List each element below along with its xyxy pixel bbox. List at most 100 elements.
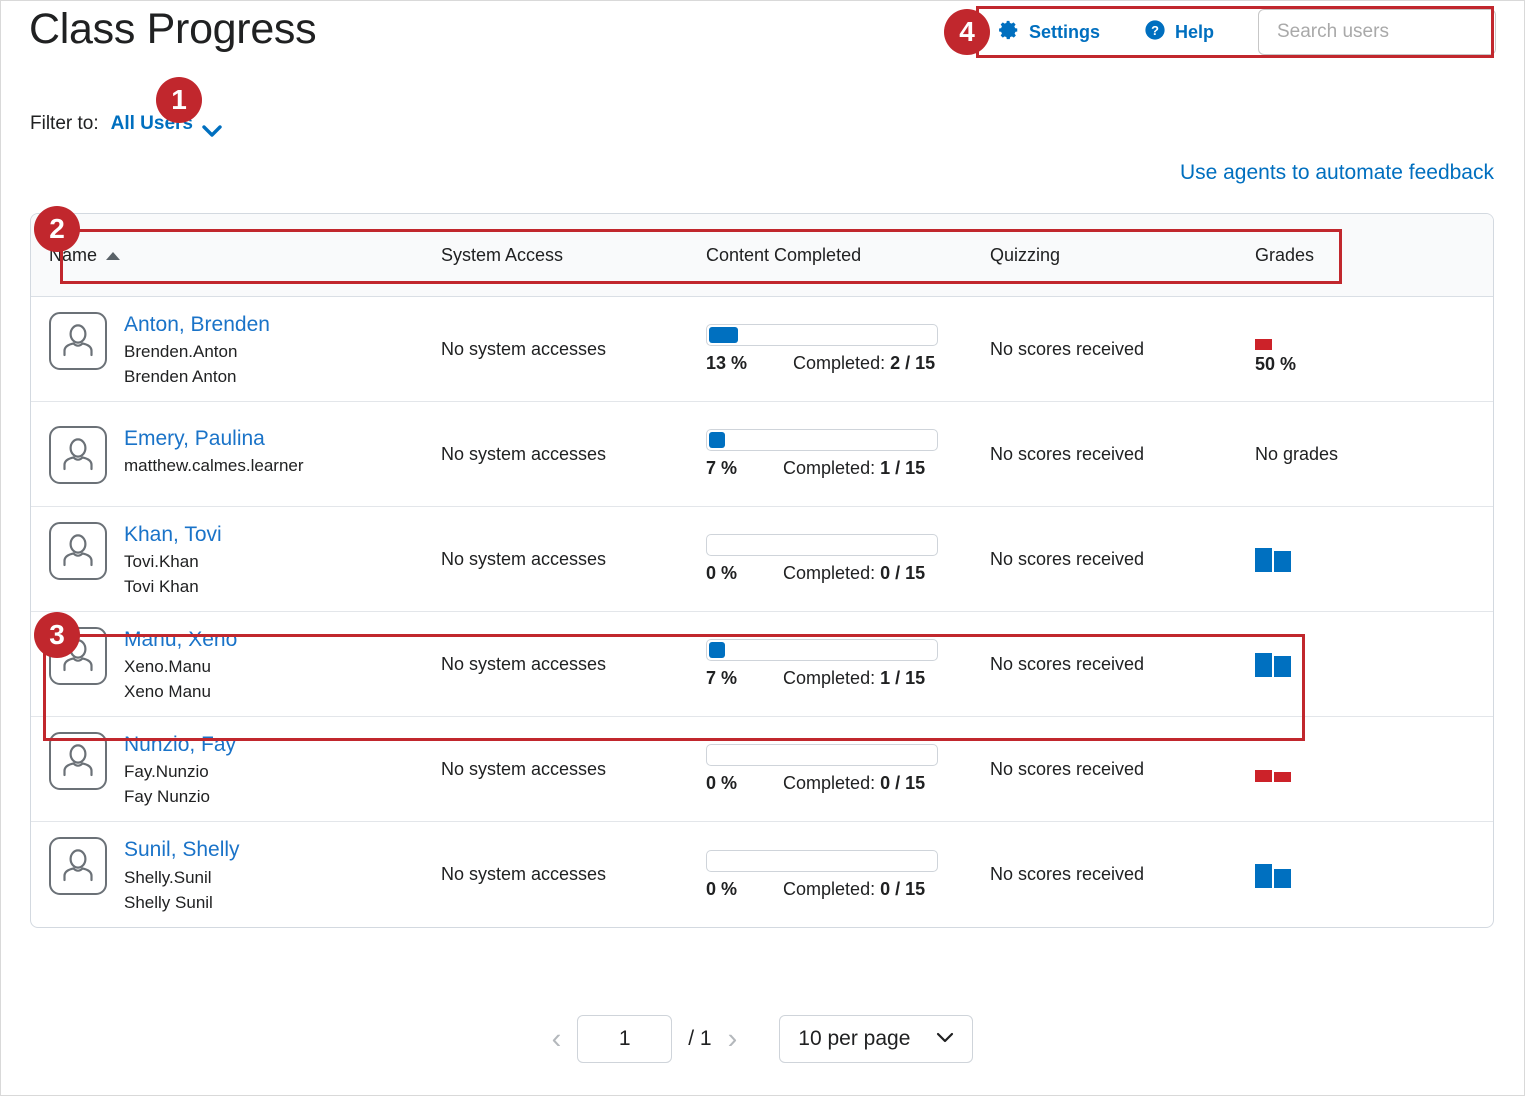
table-row[interactable]: Anton, Brenden Brenden.Anton Brenden Ant… <box>31 297 1493 402</box>
grades-cell <box>1255 756 1455 782</box>
quizzing-cell: No scores received <box>990 444 1255 465</box>
user-avatar-icon <box>49 312 107 370</box>
quizzing-cell: No scores received <box>990 654 1255 675</box>
grades-cell <box>1255 651 1455 677</box>
help-button[interactable]: ? Help <box>1122 19 1236 46</box>
system-access-cell: No system accesses <box>441 339 706 360</box>
column-header-name[interactable]: Name <box>49 245 441 266</box>
user-username: Tovi.Khan <box>124 551 222 573</box>
user-name-link[interactable]: Khan, Tovi <box>124 522 222 548</box>
user-fullname: Xeno Manu <box>124 681 237 703</box>
grade-bar <box>1255 770 1272 782</box>
grade-bar <box>1255 339 1272 350</box>
user-username: matthew.calmes.learner <box>124 455 304 477</box>
user-name-link[interactable]: Sunil, Shelly <box>124 837 240 863</box>
content-progress-bar <box>706 850 938 872</box>
use-agents-link[interactable]: Use agents to automate feedback <box>1180 161 1494 185</box>
user-avatar-icon <box>49 837 107 895</box>
quizzing-cell: No scores received <box>990 864 1255 885</box>
callout-badge-4: 4 <box>944 9 990 55</box>
content-completed-count: Completed: 0 / 15 <box>783 879 925 900</box>
user-name-cell: Khan, Tovi Tovi.Khan Tovi Khan <box>49 520 441 598</box>
search-input[interactable] <box>1275 20 1524 44</box>
user-fullname: Tovi Khan <box>124 576 222 598</box>
grades-cell <box>1255 546 1455 572</box>
chevron-right-icon[interactable]: › <box>728 1025 738 1054</box>
per-page-dropdown[interactable]: 10 per page <box>779 1015 973 1063</box>
content-progress-bar <box>706 324 938 346</box>
content-completed-count: Completed: 1 / 15 <box>783 458 925 479</box>
user-username: Xeno.Manu <box>124 656 237 678</box>
content-completed-cell: 13 % Completed: 2 / 15 <box>706 324 990 374</box>
table-header-row: Name System Access Content Completed Qui… <box>31 214 1493 297</box>
grades-mini-chart <box>1255 756 1455 782</box>
content-progress-fill <box>709 327 738 343</box>
search-users-box[interactable] <box>1258 9 1496 55</box>
table-row[interactable]: Nunzio, Fay Fay.Nunzio Fay Nunzio No sys… <box>31 717 1493 822</box>
callout-badge-1: 1 <box>156 77 202 123</box>
content-completed-cell: 7 % Completed: 1 / 15 <box>706 429 990 479</box>
content-percent: 7 % <box>706 458 737 479</box>
grades-cell: No grades <box>1255 444 1455 465</box>
page-title: Class Progress <box>29 5 316 54</box>
content-percent: 7 % <box>706 668 737 689</box>
grades-cell: 50 % <box>1255 324 1455 375</box>
user-name-cell: Emery, Paulina matthew.calmes.learner <box>49 424 441 484</box>
content-completed-count: Completed: 2 / 15 <box>793 353 935 374</box>
content-progress-bar <box>706 534 938 556</box>
grades-cell <box>1255 862 1455 888</box>
content-progress-bar <box>706 429 938 451</box>
grades-mini-chart <box>1255 862 1455 888</box>
callout-badge-2: 2 <box>34 206 80 252</box>
question-circle-icon: ? <box>1144 19 1166 46</box>
content-completed-count: Completed: 1 / 15 <box>783 668 925 689</box>
filter-label: Filter to: <box>30 113 99 135</box>
chevron-left-icon[interactable]: ‹ <box>552 1025 562 1054</box>
system-access-cell: No system accesses <box>441 654 706 675</box>
content-completed-count: Completed: 0 / 15 <box>783 773 925 794</box>
user-name-cell: Sunil, Shelly Shelly.Sunil Shelly Sunil <box>49 835 441 913</box>
user-avatar-icon <box>49 522 107 580</box>
content-percent: 0 % <box>706 879 737 900</box>
content-completed-cell: 0 % Completed: 0 / 15 <box>706 850 990 900</box>
content-completed-cell: 7 % Completed: 1 / 15 <box>706 639 990 689</box>
user-fullname: Shelly Sunil <box>124 892 240 914</box>
content-progress-bar <box>706 744 938 766</box>
user-name-link[interactable]: Anton, Brenden <box>124 312 270 338</box>
table-row[interactable]: Sunil, Shelly Shelly.Sunil Shelly Sunil … <box>31 822 1493 927</box>
grade-bar <box>1274 869 1291 888</box>
user-name-cell: Manu, Xeno Xeno.Manu Xeno Manu <box>49 625 441 703</box>
user-name-link[interactable]: Nunzio, Fay <box>124 732 236 758</box>
table-row[interactable]: Khan, Tovi Tovi.Khan Tovi Khan No system… <box>31 507 1493 612</box>
user-fullname: Brenden Anton <box>124 366 270 388</box>
user-name-link[interactable]: Emery, Paulina <box>124 426 304 452</box>
quizzing-cell: No scores received <box>990 549 1255 570</box>
user-username: Shelly.Sunil <box>124 867 240 889</box>
settings-label: Settings <box>1029 22 1100 43</box>
grade-bar <box>1274 656 1291 677</box>
quizzing-cell: No scores received <box>990 759 1255 780</box>
page-total-label: / 1 <box>688 1027 711 1051</box>
column-header-quizzing[interactable]: Quizzing <box>990 245 1255 266</box>
user-username: Fay.Nunzio <box>124 761 236 783</box>
table-body: Anton, Brenden Brenden.Anton Brenden Ant… <box>31 297 1493 927</box>
top-toolbar: Settings ? Help <box>976 6 1496 58</box>
system-access-cell: No system accesses <box>441 864 706 885</box>
grades-mini-chart <box>1255 324 1455 350</box>
column-header-grades[interactable]: Grades <box>1255 245 1455 266</box>
user-name-link[interactable]: Manu, Xeno <box>124 627 237 653</box>
settings-button[interactable]: Settings <box>976 19 1122 46</box>
page-number-input[interactable] <box>577 1015 672 1063</box>
user-avatar-icon <box>49 426 107 484</box>
grade-bar <box>1255 864 1272 888</box>
per-page-label: 10 per page <box>798 1027 910 1051</box>
user-name-cell: Nunzio, Fay Fay.Nunzio Fay Nunzio <box>49 730 441 808</box>
table-row[interactable]: Emery, Paulina matthew.calmes.learner No… <box>31 402 1493 507</box>
column-header-system-access[interactable]: System Access <box>441 245 706 266</box>
user-fullname: Fay Nunzio <box>124 786 236 808</box>
class-progress-table: Name System Access Content Completed Qui… <box>30 213 1494 928</box>
table-row[interactable]: Manu, Xeno Xeno.Manu Xeno Manu No system… <box>31 612 1493 717</box>
help-label: Help <box>1175 22 1214 43</box>
column-header-content-completed[interactable]: Content Completed <box>706 245 990 266</box>
system-access-cell: No system accesses <box>441 444 706 465</box>
